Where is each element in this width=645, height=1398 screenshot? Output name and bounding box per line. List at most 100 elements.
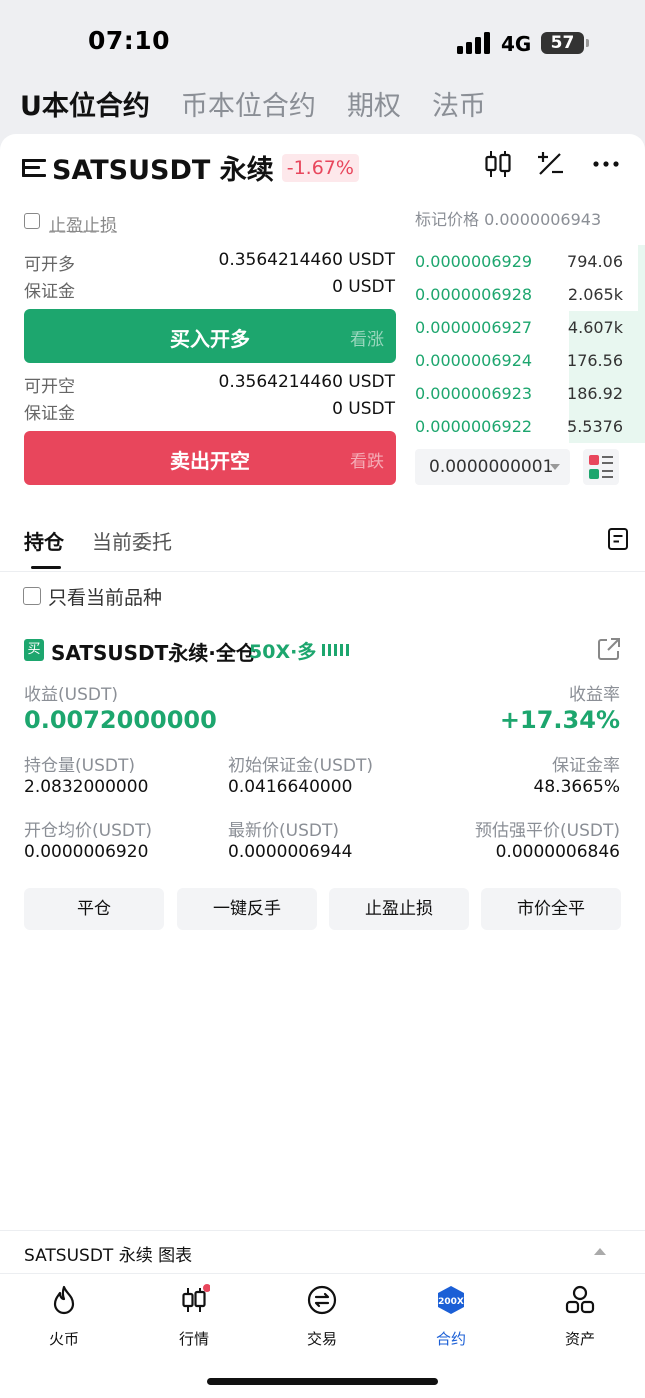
tp-sl-label[interactable]: 止盈止损 <box>49 211 117 236</box>
chart-divider <box>0 1230 645 1231</box>
depth-bar <box>638 245 645 278</box>
tab-coin-futures[interactable]: 币本位合约 <box>181 84 316 123</box>
tp-sl-button[interactable]: 止盈止损 <box>329 888 469 930</box>
size-value: 2.0832000000 <box>24 777 149 797</box>
long-available-label: 可开多 <box>24 255 75 275</box>
battery-icon: 57 <box>541 32 584 54</box>
precision-select[interactable]: 0.0000000001 <box>415 449 570 485</box>
entry-price-value: 0.0000006920 <box>24 842 149 862</box>
tab-options[interactable]: 期权 <box>347 84 401 123</box>
reverse-position-button[interactable]: 一键反手 <box>177 888 317 930</box>
short-margin-label: 保证金 <box>24 404 75 424</box>
adl-indicator <box>322 644 350 656</box>
tab-open-orders[interactable]: 当前委托 <box>92 526 172 555</box>
buy-side-tag: 买 <box>24 639 44 661</box>
flame-icon <box>53 1285 75 1315</box>
exchange-icon <box>307 1285 337 1315</box>
orderbook-row[interactable]: 0.0000006928 2.065k <box>415 278 645 311</box>
long-margin-label: 保证金 <box>24 282 75 302</box>
orderbook-view-icon[interactable] <box>583 449 619 485</box>
futures-badge-text: 200X <box>438 1297 464 1307</box>
caret-down-icon <box>550 464 560 470</box>
orderbook-qty: 794.06 <box>567 252 623 271</box>
candlestick-chart-icon[interactable] <box>482 148 514 180</box>
orderbook-row[interactable]: 0.0000006927 4.607k <box>415 311 645 344</box>
buy-long-hint: 看涨 <box>350 330 384 350</box>
orderbook-qty: 186.92 <box>567 384 623 403</box>
liq-price-label: 预估强平价(USDT) <box>475 821 620 841</box>
network-label: 4G <box>501 32 532 56</box>
liq-price-value: 0.0000006846 <box>495 842 620 862</box>
init-margin-label: 初始保证金(USDT) <box>228 756 373 776</box>
orderbook-row[interactable]: 0.0000006923 186.92 <box>415 377 645 410</box>
nav-assets[interactable]: 资产 <box>535 1284 625 1349</box>
tab-positions[interactable]: 持仓 <box>24 526 64 555</box>
nav-assets-label: 资产 <box>564 1330 595 1348</box>
roe-value: +17.34% <box>499 706 620 734</box>
long-available-value: 0.3564214460 USDT <box>218 250 396 270</box>
pnl-label: 收益(USDT) <box>24 685 118 705</box>
battery-level: 57 <box>550 33 575 53</box>
futures-200x-icon: 200X <box>438 1286 464 1314</box>
pair-header[interactable]: SATSUSDT 永续 -1.67% <box>22 148 359 187</box>
margin-ratio-label: 保证金率 <box>552 756 620 776</box>
change-badge: -1.67% <box>281 153 359 182</box>
orderbook-row[interactable]: 0.0000006922 5.5376 <box>415 410 645 443</box>
margin-ratio-value: 48.3665% <box>533 777 620 797</box>
top-tabs: U本位合约 币本位合约 期权 法币 <box>20 84 517 123</box>
orderbook-price: 0.0000006924 <box>415 351 533 370</box>
only-current-label[interactable]: 只看当前品种 <box>48 583 162 610</box>
tp-sl-checkbox[interactable] <box>24 213 40 229</box>
orderbook-row[interactable]: 0.0000006929 794.06 <box>415 245 645 278</box>
sell-short-label: 卖出开空 <box>170 449 250 473</box>
entry-price-label: 开仓均价(USDT) <box>24 821 152 841</box>
calculator-icon[interactable] <box>534 148 566 180</box>
candlestick-icon <box>182 1284 211 1312</box>
status-time: 07:10 <box>88 26 171 55</box>
orderbook-price: 0.0000006923 <box>415 384 533 403</box>
nav-divider <box>0 1273 645 1274</box>
pair-menu-icon[interactable] <box>22 157 46 179</box>
position-name: SATSUSDT永续·全仓 <box>51 641 256 665</box>
short-available-label: 可开空 <box>24 377 75 397</box>
more-icon[interactable] <box>590 148 622 180</box>
depth-bar <box>638 278 645 311</box>
sell-short-hint: 看跌 <box>350 452 384 472</box>
init-margin-value: 0.0416640000 <box>228 777 353 797</box>
orderbook-row[interactable]: 0.0000006924 176.56 <box>415 344 645 377</box>
buy-long-label: 买入开多 <box>170 327 250 351</box>
position-leverage: 50X·多 <box>249 641 317 663</box>
orderbook-price: 0.0000006929 <box>415 252 533 271</box>
short-available-value: 0.3564214460 USDT <box>218 372 396 392</box>
tab-fiat[interactable]: 法币 <box>432 84 486 123</box>
market-close-all-button[interactable]: 市价全平 <box>481 888 621 930</box>
orderbook-qty: 4.607k <box>567 318 623 337</box>
caret-up-icon[interactable] <box>594 1248 606 1255</box>
nav-trade-label: 交易 <box>306 1330 337 1348</box>
tab-underline <box>31 566 61 569</box>
pair-title: SATSUSDT 永续 <box>52 155 274 186</box>
size-label: 持仓量(USDT) <box>24 756 135 776</box>
tab-u-futures[interactable]: U本位合约 <box>20 84 150 123</box>
sell-short-button[interactable]: 卖出开空 看跌 <box>24 431 396 485</box>
chart-toggle-label[interactable]: SATSUSDT 永续 图表 <box>24 1241 192 1266</box>
home-indicator <box>207 1378 438 1385</box>
only-current-checkbox[interactable] <box>23 587 41 605</box>
short-margin-value: 0 USDT <box>332 399 395 419</box>
roe-label: 收益率 <box>569 685 620 705</box>
nav-futures[interactable]: 200X 合约 <box>406 1284 496 1349</box>
nav-markets[interactable]: 行情 <box>149 1284 239 1349</box>
orderbook-price: 0.0000006928 <box>415 285 533 304</box>
share-icon[interactable] <box>596 636 622 662</box>
close-position-button[interactable]: 平仓 <box>24 888 164 930</box>
nav-trade[interactable]: 交易 <box>277 1284 367 1349</box>
nav-futures-label: 合约 <box>435 1330 466 1348</box>
nav-markets-label: 行情 <box>178 1330 209 1348</box>
buy-long-button[interactable]: 买入开多 看涨 <box>24 309 396 363</box>
signal-icon <box>457 32 493 54</box>
tabs-divider <box>0 571 645 572</box>
nav-home[interactable]: 火币 <box>19 1284 109 1349</box>
long-margin-value: 0 USDT <box>332 277 395 297</box>
orders-history-icon[interactable] <box>605 526 631 552</box>
last-price-value: 0.0000006944 <box>228 842 353 862</box>
